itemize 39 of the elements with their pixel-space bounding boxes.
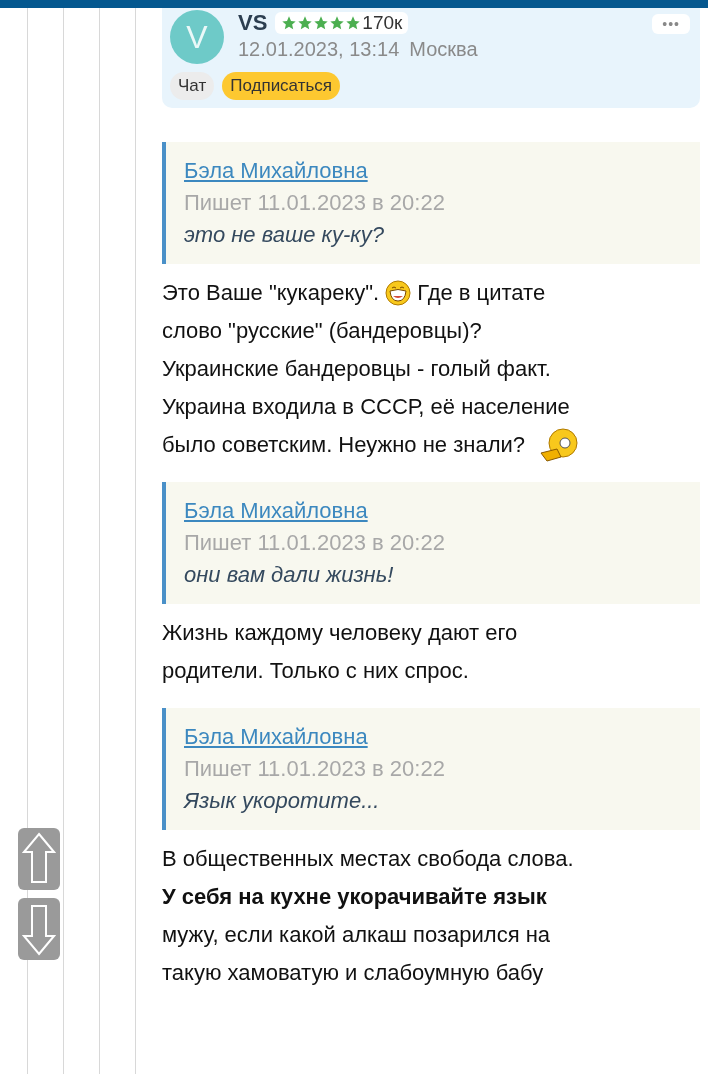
subscribe-button[interactable]: Подписаться — [222, 72, 341, 100]
quote-text: это не ваше ку-ку? — [184, 222, 385, 248]
comment-text: Жизнь каждому человеку дают его — [162, 620, 518, 646]
author-name[interactable]: VS — [238, 10, 268, 36]
pointing-face-icon — [539, 427, 580, 463]
chat-button[interactable]: Чат — [170, 72, 215, 100]
quote-author-link[interactable]: Бэла Михайловна — [184, 724, 368, 750]
quote-date: Пишет 11.01.2023 в 20:22 — [184, 190, 446, 216]
star-icon — [313, 15, 330, 31]
star-icon — [281, 15, 298, 31]
more-button[interactable]: ••• — [652, 14, 690, 34]
comment-text: слово "русские" (бандеровцы)? — [162, 318, 482, 344]
down-arrow-icon — [22, 902, 56, 956]
grinning-face-icon — [385, 280, 412, 306]
comment-text: мужу, если какой алкаш позарился на — [162, 922, 551, 948]
scroll-up-button[interactable] — [18, 828, 60, 890]
scroll-down-button[interactable] — [18, 898, 60, 960]
comment-text: такую хамоватую и слабоумную бабу — [162, 960, 544, 986]
quote-date: Пишет 11.01.2023 в 20:22 — [184, 756, 446, 782]
rating-count: 170к — [362, 12, 403, 34]
comment-text: Украинские бандеровцы - голый факт. — [162, 356, 551, 382]
comment-text: было советским. Неужно не знали? — [162, 432, 526, 458]
quote-author-link[interactable]: Бэла Михайловна — [184, 498, 368, 524]
comment-text: родители. Только с них спрос. — [162, 658, 469, 684]
quote-text: они вам дали жизнь! — [184, 562, 395, 588]
quote-date: Пишет 11.01.2023 в 20:22 — [184, 530, 446, 556]
post-city: Москва — [409, 38, 478, 61]
comment-text: В общественных местах свобода слова. — [162, 846, 574, 872]
post-date: 12.01.2023, 13:14 — [238, 38, 400, 61]
star-icon — [329, 15, 346, 31]
comment-text: Это Ваше "кукареку". — [162, 280, 380, 306]
comment-text: Где в цитате — [417, 280, 546, 306]
quote-author-link[interactable]: Бэла Михайловна — [184, 158, 368, 184]
comment-text: Украина входила в СССР, её население — [162, 394, 570, 420]
star-icon — [297, 15, 314, 31]
up-arrow-icon — [22, 832, 56, 886]
quote-text: Язык укоротите... — [184, 788, 381, 814]
star-icon — [345, 15, 362, 31]
comment-text: У себя на кухне укорачивайте язык — [162, 884, 547, 910]
